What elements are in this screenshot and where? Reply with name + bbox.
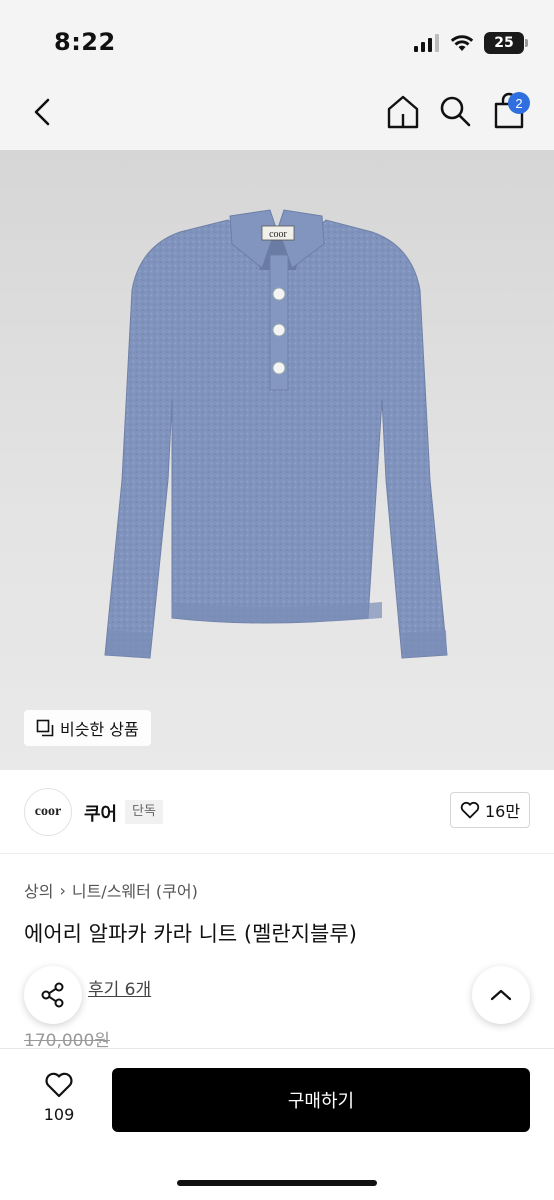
status-icons: 25 (414, 32, 528, 54)
status-bar: 8:22 25 (0, 0, 554, 80)
similar-products-button[interactable]: 비슷한 상품 (24, 710, 151, 746)
reviews-label: 후기 6개 (88, 980, 152, 1000)
chevron-right-icon: › (59, 880, 66, 900)
top-nav (0, 80, 554, 150)
scroll-to-top-button[interactable] (472, 966, 530, 1024)
brand-logo-text: coor (34, 804, 62, 819)
brand-row: coor 쿠어 단독 16만 (0, 770, 554, 854)
brand-like-button[interactable]: 16만 (450, 792, 530, 828)
similar-products-label: 비슷한 상품 (60, 720, 139, 739)
brand-name[interactable]: 쿠어 (84, 800, 117, 826)
battery-level: 25 (494, 35, 514, 51)
breadcrumb-subcategory[interactable]: 니트/스웨터 (쿠어) (72, 878, 198, 902)
battery-icon: 25 (484, 32, 528, 54)
back-arrow-icon[interactable] (28, 94, 60, 130)
buy-button[interactable]: 구매하기 (112, 1068, 530, 1132)
brand-like-count: 16만 (484, 802, 521, 821)
wifi-icon (450, 35, 474, 51)
share-button[interactable] (24, 966, 82, 1024)
garment-label: coor (269, 229, 287, 240)
wishlist-button[interactable]: 109 (30, 1071, 88, 1124)
copy-icon (36, 719, 54, 737)
cart-count-badge: 2 (508, 92, 530, 114)
brand-logo[interactable]: coor (24, 788, 72, 836)
knit-sweater-image: coor (104, 209, 448, 659)
heart-icon (460, 801, 480, 819)
bottom-purchase-bar: 109 구매하기 (0, 1048, 554, 1200)
status-time: 8:22 (54, 28, 116, 56)
product-image[interactable]: coor (0, 150, 554, 770)
cellular-signal-icon (414, 34, 439, 52)
chevron-up-icon (490, 989, 512, 1001)
product-title: 에어리 알파카 카라 니트 (멜란지블루) (24, 922, 357, 946)
exclusive-badge: 단독 (125, 800, 163, 824)
wishlist-count: 109 (43, 1105, 75, 1124)
home-indicator (177, 1180, 377, 1186)
share-icon (41, 982, 64, 1008)
search-icon[interactable] (438, 94, 472, 130)
heart-icon (45, 1072, 73, 1098)
home-icon[interactable] (386, 94, 420, 130)
breadcrumb: 상의 › 니트/스웨터 (쿠어) (24, 878, 198, 902)
breadcrumb-category[interactable]: 상의 (24, 878, 53, 902)
